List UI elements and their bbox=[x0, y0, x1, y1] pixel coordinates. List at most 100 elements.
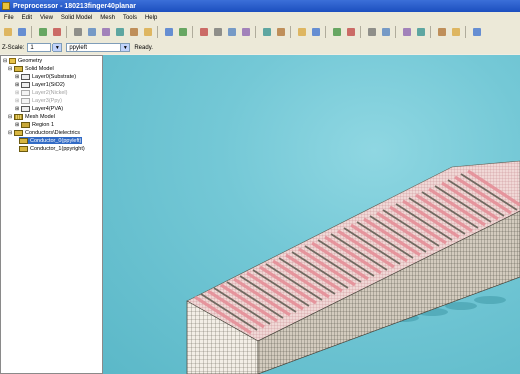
save-button[interactable] bbox=[15, 26, 28, 39]
select-button[interactable] bbox=[330, 26, 343, 39]
copy-icon bbox=[367, 28, 376, 36]
layer-icon bbox=[21, 89, 30, 96]
z-scale-input[interactable]: 1 bbox=[27, 43, 52, 52]
tree-region-1[interactable]: ⊞ Region 1 bbox=[15, 121, 54, 128]
pan-button[interactable] bbox=[162, 26, 175, 39]
conductor-icon bbox=[19, 145, 28, 152]
export-button[interactable] bbox=[50, 26, 63, 39]
paste-button[interactable] bbox=[379, 26, 392, 39]
paste-icon bbox=[381, 28, 390, 36]
mesh-icon bbox=[311, 28, 320, 36]
tree-conductor-1[interactable]: Conductor_1(ppyright) bbox=[19, 145, 85, 152]
layer-icon bbox=[21, 81, 30, 88]
chevron-down-icon: ▼ bbox=[52, 44, 62, 51]
conductor-icon bbox=[19, 137, 28, 144]
view-top-button[interactable] bbox=[71, 26, 84, 39]
view-iso-button[interactable] bbox=[113, 26, 126, 39]
zoom-in-icon bbox=[213, 28, 222, 36]
tree-layer-1-label: Layer1(SiO2) bbox=[32, 81, 65, 88]
shape-button[interactable] bbox=[344, 26, 357, 39]
zoom-in-button[interactable] bbox=[211, 26, 224, 39]
menu-help[interactable]: Help bbox=[141, 15, 161, 21]
toolbar-separator bbox=[31, 26, 32, 38]
view-bottom-button[interactable] bbox=[141, 26, 154, 39]
rotate-right-button[interactable] bbox=[295, 26, 308, 39]
chart-icon bbox=[402, 28, 411, 36]
tree-conductors[interactable]: ⊟ Conductors\Dielectrics bbox=[8, 129, 80, 136]
layer-select[interactable]: ppyleft ▼ bbox=[66, 43, 131, 52]
tree-layer-4-label: Layer4(PVA) bbox=[32, 105, 64, 112]
view-back-button[interactable] bbox=[127, 26, 140, 39]
toolbar-separator bbox=[157, 26, 158, 38]
tree-layer-4[interactable]: ⊞ Layer4(PVA) bbox=[15, 105, 63, 112]
move-button[interactable] bbox=[176, 26, 189, 39]
z-scale-dropdown[interactable]: ▼ bbox=[52, 43, 63, 52]
copy-button[interactable] bbox=[365, 26, 378, 39]
tree-layer-1[interactable]: ⊞ Layer1(SiO2) bbox=[15, 81, 65, 88]
toolbar-separator bbox=[192, 26, 193, 38]
zoom-fit-icon bbox=[241, 28, 250, 36]
dimension-button[interactable] bbox=[449, 26, 462, 39]
zoom-button[interactable] bbox=[197, 26, 210, 39]
tree-mesh-model[interactable]: ⊟ Mesh Model bbox=[8, 113, 55, 120]
tree-layer-3[interactable]: ⊞ Layer3(Ppy) bbox=[15, 97, 62, 104]
layer-icon bbox=[21, 73, 30, 80]
folder-icon bbox=[14, 65, 23, 72]
delete-button[interactable] bbox=[414, 26, 427, 39]
tree-conductors-label: Conductors\Dielectrics bbox=[25, 129, 81, 136]
3d-viewport[interactable] bbox=[103, 55, 520, 374]
geometry-icon bbox=[9, 57, 16, 64]
mesh-button[interactable] bbox=[309, 26, 322, 39]
toolbar bbox=[0, 23, 520, 42]
pointer-button[interactable] bbox=[470, 26, 483, 39]
rotate-right-icon bbox=[297, 28, 306, 36]
axis-button[interactable] bbox=[260, 26, 273, 39]
undo-button[interactable] bbox=[36, 26, 49, 39]
tree-layer-0[interactable]: ⊞ Layer0(Substrate) bbox=[15, 73, 76, 80]
rotate-left-button[interactable] bbox=[274, 26, 287, 39]
measure-icon bbox=[437, 28, 446, 36]
rotate-left-icon bbox=[276, 28, 285, 36]
zoom-fit-button[interactable] bbox=[239, 26, 252, 39]
z-scale-value: 1 bbox=[30, 44, 34, 51]
view-side-button[interactable] bbox=[99, 26, 112, 39]
select-icon bbox=[332, 28, 341, 36]
toolbar-separator bbox=[290, 26, 291, 38]
open-icon bbox=[3, 28, 12, 36]
view-front-button[interactable] bbox=[85, 26, 98, 39]
menu-mesh[interactable]: Mesh bbox=[96, 15, 119, 21]
menu-view[interactable]: View bbox=[36, 15, 57, 21]
zoom-out-button[interactable] bbox=[225, 26, 238, 39]
open-button[interactable] bbox=[1, 26, 14, 39]
menu-edit[interactable]: Edit bbox=[18, 15, 36, 21]
menu-tools[interactable]: Tools bbox=[119, 15, 141, 21]
zoom-out-icon bbox=[227, 28, 236, 36]
chevron-down-icon: ▼ bbox=[120, 44, 130, 51]
tree-layer-2[interactable]: ⊞ Layer2(Nickel) bbox=[15, 89, 67, 96]
view-back-icon bbox=[129, 28, 138, 36]
chart-button[interactable] bbox=[400, 26, 413, 39]
measure-button[interactable] bbox=[435, 26, 448, 39]
menu-file[interactable]: File bbox=[0, 15, 18, 21]
export-icon bbox=[52, 28, 61, 36]
mesh-render bbox=[186, 160, 520, 374]
shape-icon bbox=[346, 28, 355, 36]
tree-layer-2-label: Layer2(Nickel) bbox=[32, 89, 68, 96]
app-icon bbox=[2, 2, 10, 10]
pointer-icon bbox=[472, 28, 481, 36]
menu-solid-model[interactable]: Solid Model bbox=[57, 15, 96, 21]
tree-solid-model[interactable]: ⊟ Solid Model bbox=[8, 65, 54, 72]
tree-conductor-0[interactable]: Conductor_0(ppyleft) bbox=[19, 137, 83, 144]
view-iso-icon bbox=[115, 28, 124, 36]
toolbar-separator bbox=[430, 26, 431, 38]
toolbar-separator bbox=[465, 26, 466, 38]
toolbar-separator bbox=[325, 26, 326, 38]
toolbar-separator bbox=[255, 26, 256, 38]
tree-layer-3-label: Layer3(Ppy) bbox=[32, 97, 62, 104]
toolbar-separator bbox=[395, 26, 396, 38]
tree-geometry[interactable]: ⊟ Geometry bbox=[3, 57, 42, 64]
window-title: Preprocessor - 180213finger40planar bbox=[13, 2, 136, 10]
layer-icon bbox=[21, 97, 30, 104]
title-bar: Preprocessor - 180213finger40planar bbox=[0, 0, 520, 12]
tree-solid-model-label: Solid Model bbox=[25, 65, 54, 72]
